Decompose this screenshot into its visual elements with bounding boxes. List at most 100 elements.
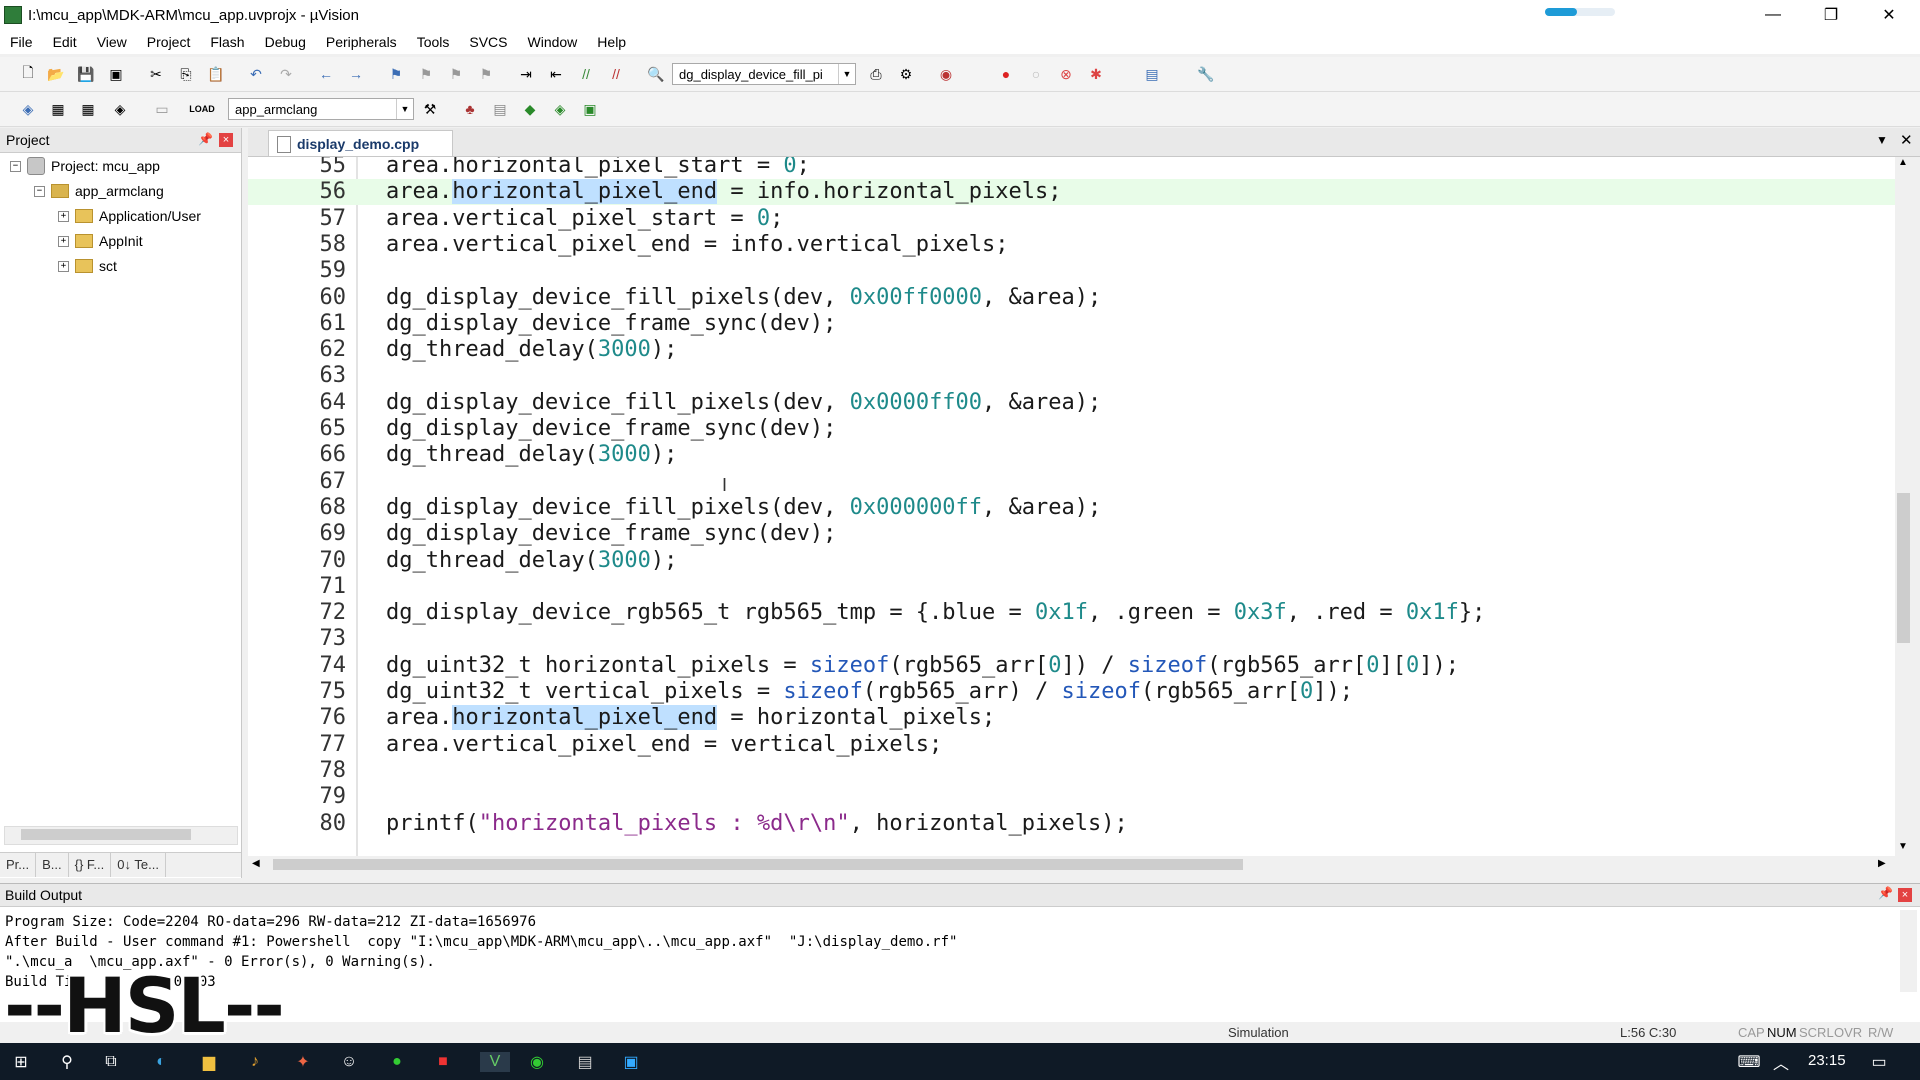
menu-window[interactable]: Window bbox=[518, 34, 588, 50]
code-line[interactable]: 79 bbox=[248, 784, 1898, 810]
save-icon[interactable]: 💾 bbox=[76, 65, 96, 83]
menu-tools[interactable]: Tools bbox=[407, 34, 460, 50]
windows-start-icon[interactable]: ⊞ bbox=[10, 1052, 32, 1072]
cut-icon[interactable]: ✂ bbox=[146, 65, 166, 83]
load-icon[interactable]: LOAD bbox=[189, 100, 215, 118]
tab-templates[interactable]: 0↓ Te... bbox=[111, 853, 166, 877]
find-in-files-icon[interactable]: 🔍 bbox=[646, 65, 666, 83]
open-file-icon[interactable]: 📂 bbox=[46, 65, 66, 83]
rebuild-icon[interactable]: ▦ bbox=[78, 100, 98, 118]
code-line[interactable]: 63 bbox=[248, 363, 1898, 389]
menu-view[interactable]: View bbox=[87, 34, 137, 50]
code-line[interactable]: 61 dg_display_device_frame_sync(dev); bbox=[248, 311, 1898, 337]
menu-peripherals[interactable]: Peripherals bbox=[316, 34, 407, 50]
menu-help[interactable]: Help bbox=[587, 34, 636, 50]
pin-icon[interactable]: 📌 bbox=[198, 132, 213, 146]
code-line[interactable]: 67 bbox=[248, 469, 1898, 495]
code-line[interactable]: 64 dg_display_device_fill_pixels(dev, 0x0… bbox=[248, 390, 1898, 416]
menu-project[interactable]: Project bbox=[137, 34, 201, 50]
scroll-thumb[interactable] bbox=[1897, 493, 1910, 643]
code-line[interactable]: 73 bbox=[248, 626, 1898, 652]
edge-icon[interactable]: ◐ bbox=[150, 1052, 172, 1072]
code-line[interactable]: 78 bbox=[248, 758, 1898, 784]
expand-icon[interactable]: + bbox=[58, 210, 69, 222]
code-line[interactable]: 72 dg_display_device_rgb565_t rgb565_tmp … bbox=[248, 600, 1898, 626]
menu-edit[interactable]: Edit bbox=[43, 34, 87, 50]
incremental-find-icon[interactable]: ⎙ bbox=[866, 65, 886, 83]
nav-back-icon[interactable]: ← bbox=[316, 65, 336, 83]
code-line[interactable]: 70 dg_thread_delay(3000); bbox=[248, 548, 1898, 574]
scroll-right-icon[interactable]: ▶ bbox=[1878, 858, 1886, 869]
code-line[interactable]: 68 dg_display_device_fill_pixels(dev, 0x0… bbox=[248, 495, 1898, 521]
scroll-down-icon[interactable]: ▼ bbox=[1898, 841, 1908, 852]
code-line[interactable]: 59 bbox=[248, 258, 1898, 284]
notification-icon[interactable]: ▭ bbox=[1868, 1052, 1890, 1072]
app-icon[interactable]: ■ bbox=[432, 1052, 454, 1072]
tree-target[interactable]: − app_armclang bbox=[34, 180, 164, 202]
menu-file[interactable]: File bbox=[0, 34, 43, 50]
code-line[interactable]: 71 bbox=[248, 574, 1898, 600]
indent-icon[interactable]: ⇥ bbox=[516, 65, 536, 83]
find-combo[interactable]: dg_display_device_fill_pi ▼ bbox=[672, 63, 856, 85]
tab-books[interactable]: B... bbox=[36, 853, 69, 877]
code-line[interactable]: 58 area.vertical_pixel_end = info.vertica… bbox=[248, 232, 1898, 258]
menu-svcs[interactable]: SVCS bbox=[459, 34, 517, 50]
expand-icon[interactable]: + bbox=[58, 235, 69, 247]
code-line[interactable]: 56 area.horizontal_pixel_end = info.horiz… bbox=[248, 179, 1898, 206]
code-line[interactable]: 57 area.vertical_pixel_start = 0; bbox=[248, 206, 1898, 232]
search-icon[interactable]: ⚲ bbox=[56, 1052, 78, 1072]
copy-icon[interactable]: ⎘ bbox=[176, 65, 196, 83]
code-line[interactable]: 76 area.horizontal_pixel_end = horizontal… bbox=[248, 705, 1898, 731]
expand-icon[interactable]: + bbox=[58, 260, 69, 272]
undo-icon[interactable]: ↶ bbox=[246, 65, 266, 83]
stop-build-icon[interactable]: ▭ bbox=[152, 100, 172, 118]
code-line[interactable]: 65 dg_display_device_frame_sync(dev); bbox=[248, 416, 1898, 442]
code-line[interactable]: 66 dg_thread_delay(3000); bbox=[248, 442, 1898, 468]
build-icon[interactable]: ▦ bbox=[48, 100, 68, 118]
tree-group-application-user[interactable]: + Application/User bbox=[58, 205, 201, 227]
keyboard-icon[interactable]: ⌨ bbox=[1737, 1052, 1760, 1072]
window-layout-icon[interactable]: ▤ bbox=[1142, 65, 1162, 83]
kill-breakpoints-icon[interactable]: ✱ bbox=[1086, 65, 1106, 83]
tab-functions[interactable]: {} F... bbox=[69, 853, 112, 877]
menu-flash[interactable]: Flash bbox=[200, 34, 254, 50]
next-bookmark-icon[interactable]: ⚑ bbox=[446, 65, 466, 83]
editor-vscroll[interactable]: ▲ ▼ bbox=[1895, 157, 1912, 856]
scroll-thumb[interactable] bbox=[273, 859, 1243, 870]
restore-button[interactable]: ❐ bbox=[1808, 0, 1854, 30]
manage-components-icon[interactable]: ♣ bbox=[460, 100, 480, 118]
uncomment-icon[interactable]: // bbox=[606, 65, 626, 83]
close-panel-icon[interactable]: × bbox=[1898, 888, 1912, 902]
tree-group-appinit[interactable]: + AppInit bbox=[58, 230, 143, 252]
tab-display-demo[interactable]: display_demo.cpp bbox=[268, 130, 453, 156]
debug-session-icon[interactable]: ◉ bbox=[936, 65, 956, 83]
select-packs-icon[interactable]: ◆ bbox=[520, 100, 540, 118]
pin-icon[interactable]: 📌 bbox=[1878, 886, 1893, 900]
wechat-icon[interactable]: ● bbox=[386, 1052, 408, 1072]
chevron-down-icon[interactable]: ▼ bbox=[396, 99, 413, 119]
code-line[interactable]: 75 dg_uint32_t vertical_pixels = sizeof(r… bbox=[248, 679, 1898, 705]
code-line[interactable]: 60 dg_display_device_fill_pixels(dev, 0x0… bbox=[248, 285, 1898, 311]
target-options-icon[interactable]: ⚒ bbox=[420, 100, 440, 118]
tree-group-sct[interactable]: + sct bbox=[58, 255, 117, 277]
collapse-icon[interactable]: − bbox=[10, 160, 21, 172]
clock[interactable]: 23:15 bbox=[1808, 1052, 1846, 1069]
run-time-env-icon[interactable]: ◈ bbox=[550, 100, 570, 118]
build-vscroll[interactable] bbox=[1900, 910, 1917, 992]
redo-icon[interactable]: ↷ bbox=[276, 65, 296, 83]
disable-all-breakpoints-icon[interactable]: ⊗ bbox=[1056, 65, 1076, 83]
app-icon[interactable]: ✦ bbox=[292, 1052, 314, 1072]
menu-debug[interactable]: Debug bbox=[255, 34, 316, 50]
new-file-icon[interactable]: 🗋 bbox=[18, 64, 38, 83]
translate-icon[interactable]: ◈ bbox=[18, 100, 38, 118]
paste-icon[interactable]: 📋 bbox=[206, 65, 226, 83]
nav-forward-icon[interactable]: → bbox=[346, 65, 366, 83]
qq-icon[interactable]: ☺ bbox=[338, 1052, 360, 1072]
clear-bookmarks-icon[interactable]: ⚑ bbox=[476, 65, 496, 83]
app-icon[interactable]: ♪ bbox=[244, 1052, 266, 1072]
app-icon[interactable]: ▣ bbox=[620, 1052, 642, 1072]
close-window-button[interactable]: ✕ bbox=[1866, 0, 1912, 30]
keil-uvision-icon[interactable]: V bbox=[480, 1052, 510, 1072]
scroll-left-icon[interactable]: ◀ bbox=[252, 858, 260, 869]
code-line[interactable]: 69 dg_display_device_frame_sync(dev); bbox=[248, 521, 1898, 547]
